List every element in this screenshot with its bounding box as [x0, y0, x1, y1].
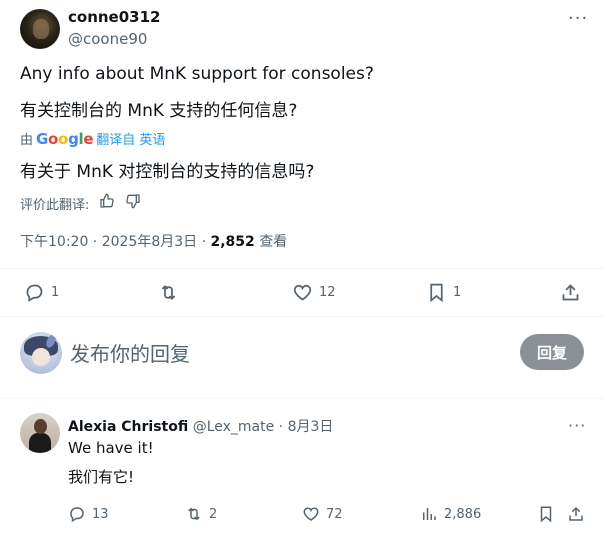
views-count: 2,852 — [210, 234, 255, 250]
author-handle[interactable]: @coone90 — [68, 30, 147, 48]
retweet-button[interactable] — [158, 282, 185, 303]
author-avatar[interactable] — [20, 9, 60, 49]
reply-retweet-count: 2 — [209, 506, 218, 522]
translate-by-label: 由 — [20, 133, 34, 148]
reply-views-button[interactable]: 2,886 — [420, 505, 481, 523]
translated-text: 有关于 MnK 对控制台的支持的信息吗? — [20, 162, 315, 182]
thumbs-up-icon[interactable] — [99, 193, 115, 213]
reply-bubble-icon — [70, 507, 84, 523]
reply-reply-count: 13 — [92, 506, 109, 522]
reply-input[interactable]: 发布你的回复 — [70, 338, 190, 367]
bookmark-count: 1 — [453, 285, 462, 300]
divider — [0, 398, 604, 399]
like-button[interactable]: 12 — [292, 282, 336, 303]
divider — [0, 268, 604, 269]
reply-views-count: 2,886 — [444, 506, 482, 522]
timestamp[interactable]: 下午10:20 · 2025年8月3日 · — [20, 234, 211, 250]
share-button[interactable] — [560, 282, 581, 303]
views-label: 查看 — [254, 234, 288, 250]
analytics-icon — [423, 508, 436, 520]
reply-text-original: We have it! — [68, 439, 154, 457]
reply-bubble-icon — [26, 284, 43, 302]
reply-share-button[interactable] — [567, 505, 585, 523]
rate-translation: 评价此翻译: — [20, 193, 141, 213]
reply-text-zh: 我们有它! — [68, 468, 135, 486]
share-icon — [562, 284, 579, 301]
reply-button[interactable]: 1 — [24, 282, 59, 303]
more-dots-icon[interactable]: ··· — [568, 418, 586, 434]
reply-date[interactable]: · 8月3日 — [274, 419, 334, 435]
more-dots-icon[interactable]: ··· — [568, 10, 588, 28]
author-display-name[interactable]: conne0312 — [68, 8, 160, 26]
heart-icon — [293, 284, 312, 301]
reply-author-handle[interactable]: @Lex_mate — [188, 419, 275, 435]
thumbs-down-icon[interactable] — [125, 193, 141, 213]
heart-icon — [303, 507, 319, 521]
reply-retweet-button[interactable]: 2 — [185, 505, 217, 523]
rate-translation-label: 评价此翻译: — [20, 197, 90, 213]
tweet-text-zh: 有关控制台的 MnK 支持的任何信息? — [20, 101, 298, 121]
reply-author: Alexia Christofi @Lex_mate · 8月3日 — [68, 416, 333, 436]
reply-author-avatar[interactable] — [20, 413, 60, 453]
current-user-avatar — [20, 332, 62, 374]
reply-like-button[interactable]: 72 — [302, 505, 343, 523]
retweet-icon — [188, 507, 200, 521]
google-logo: Google — [36, 129, 94, 148]
share-icon — [569, 506, 583, 521]
translation-attribution: 由 Google 翻译自 英语 — [20, 129, 165, 149]
reply-like-count: 72 — [326, 506, 343, 522]
translated-from-label[interactable]: 翻译自 英语 — [96, 129, 165, 148]
reply-count: 1 — [51, 285, 60, 300]
bookmark-button[interactable]: 1 — [426, 282, 461, 303]
reply-reply-button[interactable]: 13 — [68, 505, 109, 523]
retweet-icon — [161, 285, 176, 300]
like-count: 12 — [319, 285, 336, 300]
tweet-text-original: Any info about MnK support for consoles? — [20, 64, 374, 84]
bookmark-icon — [430, 283, 443, 303]
reply-submit-button[interactable]: 回复 — [520, 334, 584, 370]
reply-bookmark-button[interactable] — [537, 505, 555, 523]
bookmark-icon — [540, 506, 552, 523]
divider — [0, 316, 604, 317]
tweet-metadata: 下午10:20 · 2025年8月3日 · 2,852 查看 — [20, 231, 287, 251]
reply-author-name[interactable]: Alexia Christofi — [68, 419, 188, 435]
